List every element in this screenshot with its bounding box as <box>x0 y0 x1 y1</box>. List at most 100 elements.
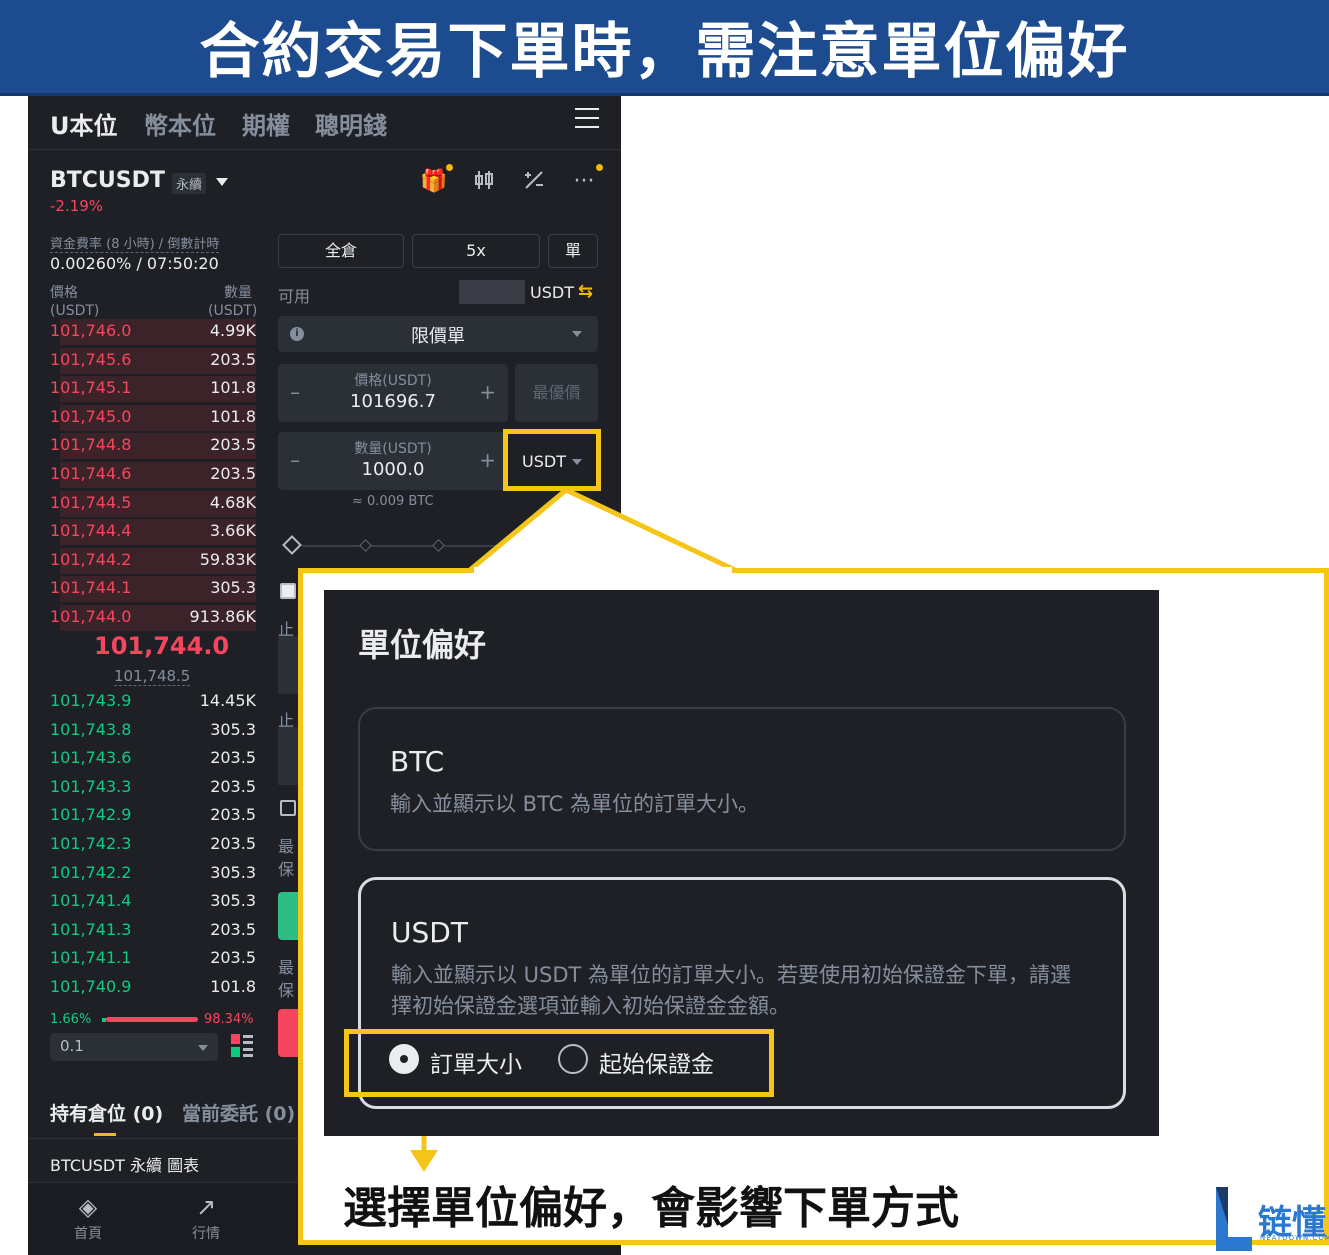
ask-row-price: 101,744.8 <box>50 435 132 455</box>
bid-row-price: 101,741.1 <box>50 948 132 968</box>
bid-row-price: 101,740.9 <box>50 977 132 996</box>
quantity-input[interactable]: – 數量(USDT) 1000.0 + <box>278 432 508 490</box>
bid-row[interactable]: 101,741.1 203.5 <box>28 945 278 973</box>
reduce-only-checkbox[interactable] <box>280 800 296 816</box>
contract-type-badge: 永續 <box>172 173 207 194</box>
funding-rate-label[interactable]: 資金費率 (8 小時) / 倒數計時 <box>50 233 220 253</box>
bid-row[interactable]: 101,742.2 305.3 <box>28 860 278 888</box>
bid-row[interactable]: 101,740.9 101.8 <box>28 974 278 1002</box>
bid-row-price: 101,742.3 <box>50 834 132 853</box>
radio-initial-margin[interactable] <box>558 1044 588 1074</box>
ask-row[interactable]: 101,746.0 4.99K <box>28 318 278 346</box>
chevron-down-icon <box>198 1045 208 1051</box>
notification-dot <box>446 164 453 171</box>
tab-positions[interactable]: 持有倉位 (0) <box>50 1099 163 1126</box>
leverage-button[interactable]: 5x <box>412 234 540 268</box>
plus-icon[interactable]: + <box>479 448 496 472</box>
ask-row-qty: 101.8 <box>210 406 256 426</box>
bid-row[interactable]: 101,743.6 203.5 <box>28 745 278 773</box>
bid-row[interactable]: 101,741.4 305.3 <box>28 888 278 916</box>
calculator-icon[interactable] <box>520 168 548 196</box>
tab-usdt-m[interactable]: U本位 <box>50 106 118 141</box>
ask-row[interactable]: 101,744.5 4.68K <box>28 490 278 518</box>
tab-open-orders[interactable]: 當前委託 (0) <box>182 1099 295 1126</box>
bid-row[interactable]: 101,742.3 203.5 <box>28 831 278 859</box>
ask-row-qty: 3.66K <box>209 521 256 541</box>
symbol-name[interactable]: BTCUSDT <box>50 168 165 193</box>
bid-row-qty: 305.3 <box>210 862 256 882</box>
bid-row-qty: 203.5 <box>210 834 256 853</box>
price-change: -2.19% <box>50 197 104 215</box>
tab-smart-money[interactable]: 聰明錢 <box>315 106 387 141</box>
orderbook-layout-icon[interactable] <box>231 1034 253 1058</box>
ask-row-price: 101,744.2 <box>50 549 132 569</box>
tab-options[interactable]: 期權 <box>242 106 290 141</box>
bid-row[interactable]: 101,741.3 203.5 <box>28 917 278 945</box>
bid-row-qty: 305.3 <box>210 719 256 739</box>
market-type-nav: U本位 幣本位 期權 聰明錢 <box>28 96 621 150</box>
ask-row[interactable]: 101,745.6 203.5 <box>28 347 278 375</box>
tab-coin-m[interactable]: 幣本位 <box>144 106 216 141</box>
ask-row[interactable]: 101,744.2 59.83K <box>28 547 278 575</box>
side-label: 保 <box>278 860 295 879</box>
gift-icon[interactable]: 🎁 <box>420 168 448 196</box>
option-btc[interactable]: BTC 輸入並顯示以 BTC 為單位的訂單大小。 <box>358 707 1126 851</box>
position-mode-button[interactable]: 單 <box>548 234 598 268</box>
ask-row-price: 101,744.1 <box>50 578 132 598</box>
ask-row[interactable]: 101,744.8 203.5 <box>28 432 278 460</box>
symbol-dropdown-icon[interactable] <box>216 178 228 186</box>
ask-row[interactable]: 101,745.0 101.8 <box>28 404 278 432</box>
nav-markets[interactable]: ↗ 行情 <box>176 1191 236 1243</box>
position-symbol-line[interactable]: BTCUSDT 永續 圖表 <box>50 1152 199 1176</box>
bid-row-qty: 203.5 <box>210 919 256 939</box>
plus-icon[interactable]: + <box>479 380 496 404</box>
radio-order-size[interactable] <box>389 1044 419 1074</box>
side-label: 最 <box>278 958 295 977</box>
slider-handle[interactable] <box>282 535 302 555</box>
bid-row-qty: 203.5 <box>210 805 256 825</box>
more-options-icon[interactable]: ··· <box>570 168 598 196</box>
bid-row[interactable]: 101,743.9 14.45K <box>28 688 278 716</box>
site-logo: 链懂 NEATDOWN.COM <box>1214 1185 1329 1255</box>
hamburger-menu-icon[interactable] <box>575 108 599 130</box>
ask-row[interactable]: 101,744.0 913.86K <box>28 604 278 632</box>
bid-row-price: 101,743.8 <box>50 719 132 739</box>
margin-mode-button[interactable]: 全倉 <box>278 234 404 268</box>
tp-sl-checkbox[interactable] <box>280 583 296 599</box>
radio-order-size-label[interactable]: 訂單大小 <box>430 1045 522 1079</box>
amount-slider[interactable] <box>302 545 522 547</box>
slider-step[interactable] <box>432 539 445 552</box>
ask-row[interactable]: 101,744.6 203.5 <box>28 461 278 489</box>
ask-row-qty: 305.3 <box>210 578 256 598</box>
bbo-button[interactable]: 最優價 <box>515 364 598 422</box>
nav-home[interactable]: ◈ 首頁 <box>58 1191 118 1243</box>
bid-row-price: 101,742.2 <box>50 862 132 882</box>
option-btc-name: BTC <box>390 745 445 778</box>
bid-row[interactable]: 101,743.3 203.5 <box>28 774 278 802</box>
candlestick-chart-icon[interactable] <box>470 168 498 196</box>
ask-row-price: 101,746.0 <box>50 321 132 340</box>
bid-row-qty: 14.45K <box>199 691 256 710</box>
radio-initial-margin-label[interactable]: 起始保證金 <box>599 1045 714 1079</box>
ask-row[interactable]: 101,745.1 101.8 <box>28 375 278 403</box>
depth-step-select[interactable]: 0.1 <box>50 1033 218 1061</box>
price-column-header: 價格 <box>50 285 78 301</box>
transfer-icon[interactable]: ⇆ <box>578 281 593 302</box>
ask-row-qty: 101.8 <box>210 378 256 398</box>
buy-ratio: 1.66% <box>50 1012 92 1027</box>
unit-preference-button[interactable]: USDT <box>503 429 601 491</box>
slider-step[interactable] <box>359 539 372 552</box>
bid-row[interactable]: 101,743.8 305.3 <box>28 717 278 745</box>
side-label: 最 <box>278 837 295 856</box>
ask-row[interactable]: 101,744.4 3.66K <box>28 518 278 546</box>
order-type-select[interactable]: i 限價單 <box>278 316 598 352</box>
chevron-down-icon <box>572 459 582 465</box>
ask-row[interactable]: 101,744.1 305.3 <box>28 575 278 603</box>
ask-row-qty: 4.99K <box>209 321 256 340</box>
logo-subtext: NEATDOWN.COM <box>1260 1234 1329 1242</box>
bid-row[interactable]: 101,742.9 203.5 <box>28 802 278 830</box>
unit-selected: USDT <box>522 452 566 471</box>
notification-dot <box>596 164 603 171</box>
available-balance-masked <box>459 280 525 304</box>
price-input[interactable]: – 價格(USDT) 101696.7 + <box>278 364 508 422</box>
